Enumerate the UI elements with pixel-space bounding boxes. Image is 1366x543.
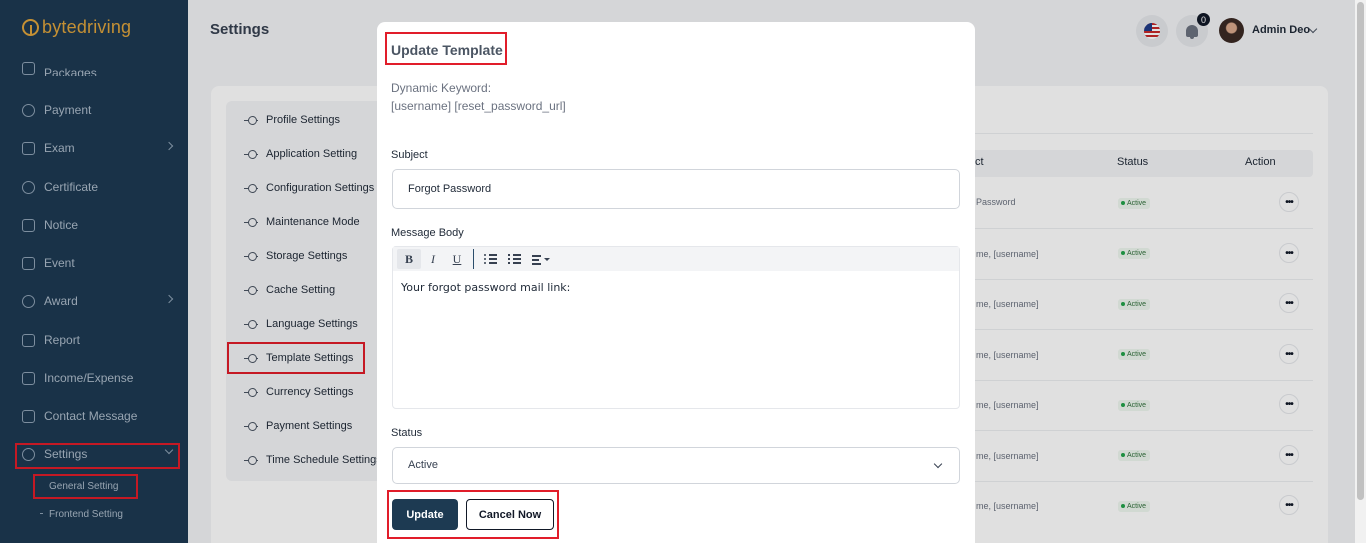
title-highlight-box — [385, 32, 507, 65]
toolbar-divider — [473, 249, 474, 269]
page-scrollbar[interactable] — [1355, 0, 1366, 543]
dynamic-keyword-label: Dynamic Keyword: — [391, 81, 492, 95]
update-template-modal: Update Template Dynamic Keyword: [userna… — [377, 22, 975, 543]
chevron-down-icon — [933, 459, 943, 469]
italic-button[interactable]: I — [421, 249, 445, 269]
status-label: Status — [391, 427, 423, 439]
message-body-editor[interactable]: B I U Your forgot password mail link: — [392, 246, 960, 409]
dynamic-keyword-value: [username] [reset_password_url] — [391, 99, 566, 113]
bold-button[interactable]: B — [397, 249, 421, 269]
underline-button[interactable]: U — [445, 249, 469, 269]
numbered-list-icon[interactable] — [502, 249, 526, 269]
scrollbar-thumb[interactable] — [1357, 2, 1364, 500]
bullet-list-icon[interactable] — [478, 249, 502, 269]
message-body-label: Message Body — [391, 227, 464, 239]
status-select-value: Active — [408, 459, 438, 471]
subject-input[interactable] — [392, 169, 960, 209]
status-select[interactable]: Active — [392, 447, 960, 484]
buttons-highlight-box — [387, 490, 559, 539]
subject-label: Subject — [391, 149, 428, 161]
message-body-text[interactable]: Your forgot password mail link: — [401, 281, 570, 294]
align-dropdown-icon[interactable] — [526, 249, 552, 269]
editor-toolbar: B I U — [393, 247, 959, 271]
